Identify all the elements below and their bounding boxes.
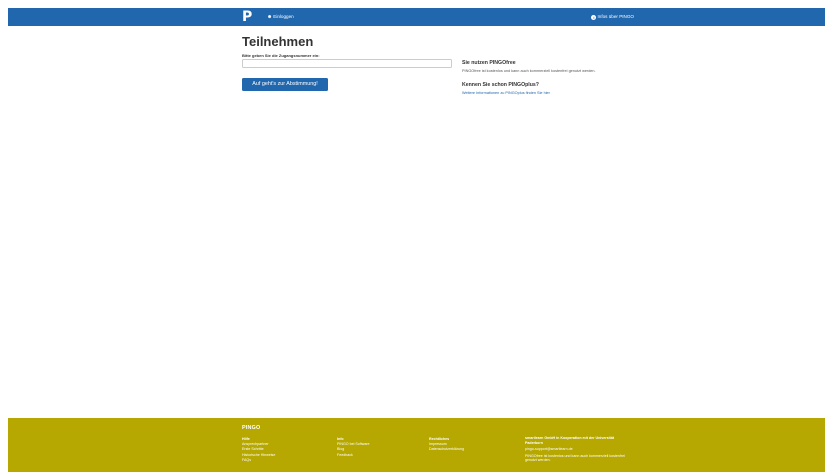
info-link[interactable]: i Infos über PINGO [591,13,634,21]
footer-col-legal: Rechtliches Impressum Datenschutzerkläru… [429,436,464,453]
page-title: Teilnehmen [242,34,314,49]
pingo-logo[interactable]: P [242,9,252,25]
aside-heading-plus: Kennen Sie schon PINGOplus? [462,82,539,88]
footer-title: PINGO [242,425,261,431]
info-icon: i [591,14,597,20]
footer-link[interactable]: Datenschutzerklärung [429,447,464,452]
pingoplus-link[interactable]: Weitere Informationen zu PINGOplus finde… [462,91,550,96]
access-code-label: Bitte geben Sie die Zugangsnummer ein: [242,53,320,58]
info-label: Infos über PINGO [597,14,634,19]
page-frame [0,0,833,472]
footer-company-text: PINGOfree ist kostenlos und kann auch ko… [525,453,625,463]
footer-inner: PINGO Hilfe Ansprechpartner Erste Schrit… [242,418,634,472]
footer-company-heading: smartlearn GmbH in Kooperation mit der U… [525,436,615,445]
user-icon: ☻ [267,14,273,20]
top-navbar: P ☻Einloggen i Infos über PINGO [8,8,825,26]
aside-text: PINGOfree ist kostenlos und kann auch ko… [462,69,596,73]
aside-heading: Sie nutzen PINGOfree [462,60,516,66]
footer-col-help: Hilfe Ansprechpartner Erste Schritte His… [242,436,275,463]
login-link[interactable]: ☻Einloggen [267,13,294,21]
login-label: Einloggen [273,14,294,19]
navbar-inner: P ☻Einloggen i Infos über PINGO [242,8,634,26]
footer: PINGO Hilfe Ansprechpartner Erste Schrit… [8,418,825,472]
footer-col-company: smartlearn GmbH in Kooperation mit der U… [525,436,625,463]
footer-col-info: Info PINGO bei Software Blog Feedback [337,436,370,458]
footer-link[interactable]: Feedback [337,453,370,458]
footer-email-link[interactable]: pingo-support@smartlearn.de [525,447,625,452]
footer-link[interactable]: FAQs [242,458,275,463]
access-code-input[interactable] [242,59,452,68]
submit-vote-button[interactable]: Auf geht's zur Abstimmung! [242,78,328,91]
